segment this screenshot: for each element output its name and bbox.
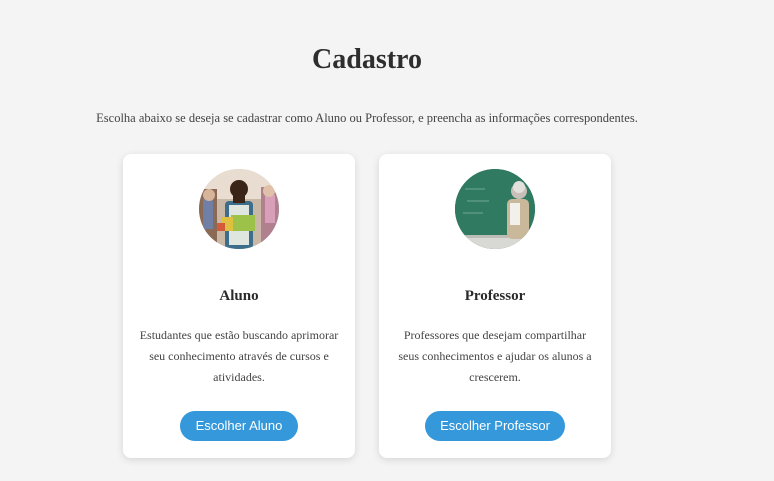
choose-student-button[interactable]: Escolher Aluno — [180, 411, 298, 441]
teacher-card-description: Professores que desejam compartilhar seu… — [398, 328, 592, 384]
teacher-photo — [455, 169, 535, 249]
choose-teacher-button[interactable]: Escolher Professor — [425, 411, 565, 441]
student-card: Aluno Estudantes que estão buscando apri… — [123, 154, 355, 458]
registration-page: Cadastro Escolha abaixo se deseja se cad… — [0, 0, 774, 481]
student-card-description: Estudantes que estão buscando aprimorar … — [139, 328, 339, 384]
teacher-card: Professor Professores que desejam compar… — [379, 154, 611, 458]
teacher-card-title: Professor — [464, 288, 526, 304]
student-photo — [199, 169, 279, 249]
page-intro: Escolha abaixo se deseja se cadastrar co… — [96, 111, 638, 125]
page-title: Cadastro — [312, 44, 422, 75]
student-card-title: Aluno — [219, 288, 259, 304]
